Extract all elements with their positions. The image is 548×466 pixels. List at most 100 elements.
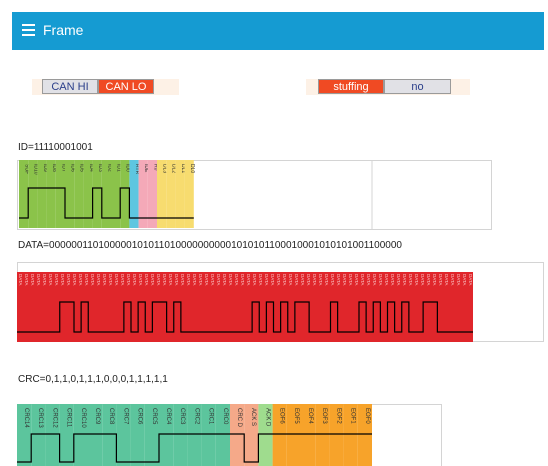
- data-bit-label: DATA: [252, 274, 257, 285]
- crc-field-label: EOF6: [279, 408, 285, 424]
- data-bit-label: DATA: [378, 274, 383, 285]
- crc-field-label: CRC14: [23, 408, 29, 428]
- data-bit-label: DATA: [276, 274, 281, 285]
- crc-field-label: EOF1: [350, 408, 356, 424]
- data-bit-label: DATA: [348, 274, 353, 285]
- data-bit-label: DATA: [114, 274, 119, 285]
- crc-field-label: ACK D: [264, 408, 270, 427]
- crc-field-label: EOF0: [364, 408, 370, 424]
- hamburger-menu-icon[interactable]: [22, 24, 35, 37]
- data-bit-label: DATA: [18, 274, 23, 285]
- data-bit-label: DATA: [432, 274, 437, 285]
- data-bit-label: DATA: [300, 274, 305, 285]
- crc-field-label: CRC6: [137, 408, 143, 425]
- data-frame-diagram: DATA DATA DATA DATA DATA DATA DATA DATA DATA DATA…: [17, 262, 544, 342]
- data-bit-label: DATA: [336, 274, 341, 285]
- data-bit-label: DATA: [162, 274, 167, 285]
- data-bit-label: DATA: [174, 274, 179, 285]
- data-bit-label: DATA: [414, 274, 419, 285]
- data-bit-label: DATA: [126, 274, 131, 285]
- data-bit-label: DATA: [294, 274, 299, 285]
- data-bit-label: DATA: [144, 274, 149, 285]
- data-bit-label: DATA: [150, 274, 155, 285]
- crc-field-label: EOF2: [335, 408, 341, 424]
- data-bit-label: DATA: [30, 274, 35, 285]
- crc-field-label: EOF4: [307, 408, 313, 424]
- data-bit-label: DATA: [156, 274, 161, 285]
- can-lo-option[interactable]: CAN LO: [98, 79, 154, 94]
- data-bit-label: DATA: [246, 274, 251, 285]
- data-bit-label: DATA: [168, 274, 173, 285]
- data-bit-label: DATA: [312, 274, 317, 285]
- id-frame-diagram: SOF ID10 ID9 ID8 ID7 ID6 ID5 ID4 ID3 ID2 ID1 ID0 RTR…: [17, 160, 492, 230]
- crc-field-label: CRC0: [222, 408, 228, 425]
- data-bit-label: DATA: [264, 274, 269, 285]
- data-bit-label: DATA: [426, 274, 431, 285]
- data-label: DATA=00000011010000010101101000000000010…: [18, 240, 402, 251]
- can-line-toggle: CAN HI CAN LO: [32, 79, 179, 95]
- data-bit-label: DATA: [444, 274, 449, 285]
- data-bit-label: DATA: [450, 274, 455, 285]
- data-bit-label: DATA: [270, 274, 275, 285]
- crc-field-label: CRC4: [165, 408, 171, 425]
- data-bit-label: DATA: [438, 274, 443, 285]
- data-bit-label: DATA: [396, 274, 401, 285]
- data-bit-label: DATA: [324, 274, 329, 285]
- data-bit-label: DATA: [138, 274, 143, 285]
- crc-field-label: EOF3: [321, 408, 327, 424]
- data-bit-label: DATA: [180, 274, 185, 285]
- data-bit-label: DATA: [372, 274, 377, 285]
- crc-field-label: CRC8: [108, 408, 114, 425]
- data-bit-label: DATA: [120, 274, 125, 285]
- app-bar: Frame: [12, 12, 544, 50]
- data-bit-label: DATA: [288, 274, 293, 285]
- data-bit-label: DATA: [102, 274, 107, 285]
- id-label: ID=11110001001: [18, 142, 93, 153]
- data-bit-label: DATA: [468, 274, 473, 285]
- data-bit-label: DATA: [54, 274, 59, 285]
- data-bit-label: DATA: [48, 274, 53, 285]
- data-bit-label: DATA: [258, 274, 263, 285]
- data-bit-label: DATA: [366, 274, 371, 285]
- app-title: Frame: [43, 22, 84, 38]
- data-bit-label: DATA: [60, 274, 65, 285]
- data-bit-label: DATA: [36, 274, 41, 285]
- data-bit-label: DATA: [240, 274, 245, 285]
- data-bit-label: DATA: [306, 274, 311, 285]
- data-bit-label: DATA: [282, 274, 287, 285]
- data-bit-label: DATA: [330, 274, 335, 285]
- crc-field-label: CRC7: [122, 408, 128, 425]
- crc-label: CRC=0,1,1,0,1,1,1,0,0,0,1,1,1,1,1: [18, 374, 168, 385]
- crc-field-label: CRC D: [236, 408, 242, 428]
- data-bit-label: DATA: [108, 274, 113, 285]
- data-bit-label: DATA: [360, 274, 365, 285]
- data-bit-label: DATA: [390, 274, 395, 285]
- can-hi-option[interactable]: CAN HI: [42, 79, 98, 94]
- crc-field-label: CRC3: [179, 408, 185, 425]
- data-bit-label: DATA: [210, 274, 215, 285]
- data-bit-label: DATA: [342, 274, 347, 285]
- crc-field-label: CRC12: [51, 408, 57, 428]
- data-bit-label: DATA: [456, 274, 461, 285]
- no-stuffing-option[interactable]: no: [384, 79, 451, 94]
- data-bit-label: DATA: [204, 274, 209, 285]
- data-bit-label: DATA: [462, 274, 467, 285]
- data-bit-label: DATA: [84, 274, 89, 285]
- stuffing-toggle: stuffing no: [306, 79, 470, 95]
- data-bit-label: DATA: [198, 274, 203, 285]
- data-bit-label: DATA: [90, 274, 95, 285]
- id-field-label: DL0: [189, 164, 195, 173]
- crc-field-label: CRC9: [94, 408, 100, 425]
- data-bit-label: DATA: [222, 274, 227, 285]
- data-bit-label: DATA: [24, 274, 29, 285]
- crc-field-label: CRC1: [208, 408, 214, 425]
- data-bit-label: DATA: [228, 274, 233, 285]
- crc-field-label: CRC2: [193, 408, 199, 425]
- stuffing-option[interactable]: stuffing: [318, 79, 384, 94]
- crc-field-label: CRC5: [151, 408, 157, 425]
- data-bit-label: DATA: [78, 274, 83, 285]
- data-bit-label: DATA: [420, 274, 425, 285]
- data-bit-label: DATA: [402, 274, 407, 285]
- data-bit-label: DATA: [132, 274, 137, 285]
- data-bit-label: DATA: [234, 274, 239, 285]
